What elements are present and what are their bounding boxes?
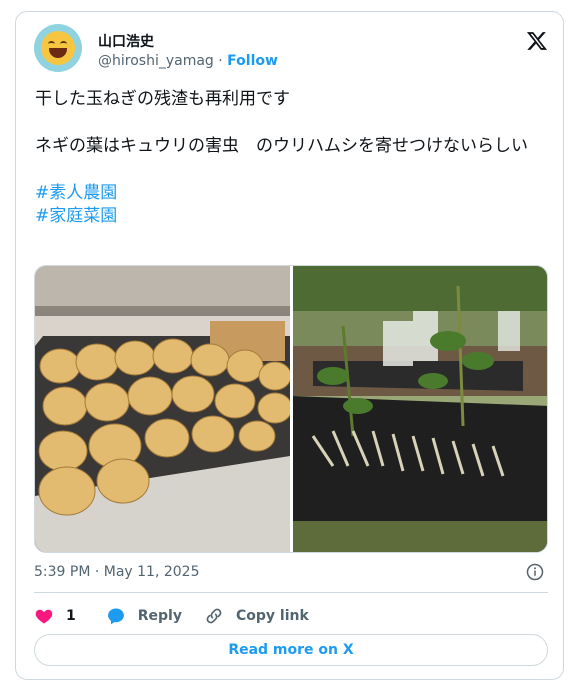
timestamp[interactable]: 5:39 PM · May 11, 2025: [34, 564, 200, 580]
link-icon: [206, 608, 222, 624]
copy-link-button[interactable]: Copy link: [204, 606, 309, 626]
divider: [34, 592, 548, 593]
tweet-line-2: ネギの葉はキュウリの害虫 のウリハムシを寄せつけないらしい: [35, 136, 528, 156]
user-name[interactable]: 山口浩史: [98, 31, 154, 51]
copy-link-label: Copy link: [235, 608, 309, 624]
x-logo-icon[interactable]: [526, 30, 548, 52]
action-bar: 1 Reply Copy link: [34, 604, 331, 628]
read-more-button[interactable]: Read more on X: [34, 634, 548, 666]
info-icon[interactable]: [526, 563, 544, 581]
laughing-emoji-icon: [41, 31, 75, 65]
avatar[interactable]: [34, 24, 82, 72]
tweet-card: 山口浩史 @hiroshi_yamag · Follow 干した玉ねぎの残渣も再…: [15, 11, 564, 680]
reply-icon: [107, 608, 124, 625]
reply-label: Reply: [137, 608, 182, 624]
separator: ·: [213, 53, 228, 69]
reply-button[interactable]: Reply: [106, 606, 182, 626]
follow-button[interactable]: Follow: [227, 53, 278, 69]
user-handle-line: @hiroshi_yamag · Follow: [98, 53, 278, 69]
like-button[interactable]: 1: [34, 606, 76, 626]
tweet-text: 干した玉ねぎの残渣も再利用です ネギの葉はキュウリの害虫 のウリハムシを寄せつけ…: [35, 88, 545, 228]
hashtag-link[interactable]: #家庭菜園: [35, 206, 117, 226]
user-handle[interactable]: @hiroshi_yamag: [98, 53, 214, 69]
photo-onions[interactable]: [35, 266, 290, 553]
photo-garden[interactable]: [293, 266, 548, 553]
like-count: 1: [66, 608, 76, 624]
media-gallery[interactable]: [34, 265, 548, 553]
heart-icon: [35, 609, 53, 624]
tweet-line-1: 干した玉ねぎの残渣も再利用です: [35, 89, 290, 109]
hashtag-link[interactable]: #素人農園: [35, 183, 117, 203]
